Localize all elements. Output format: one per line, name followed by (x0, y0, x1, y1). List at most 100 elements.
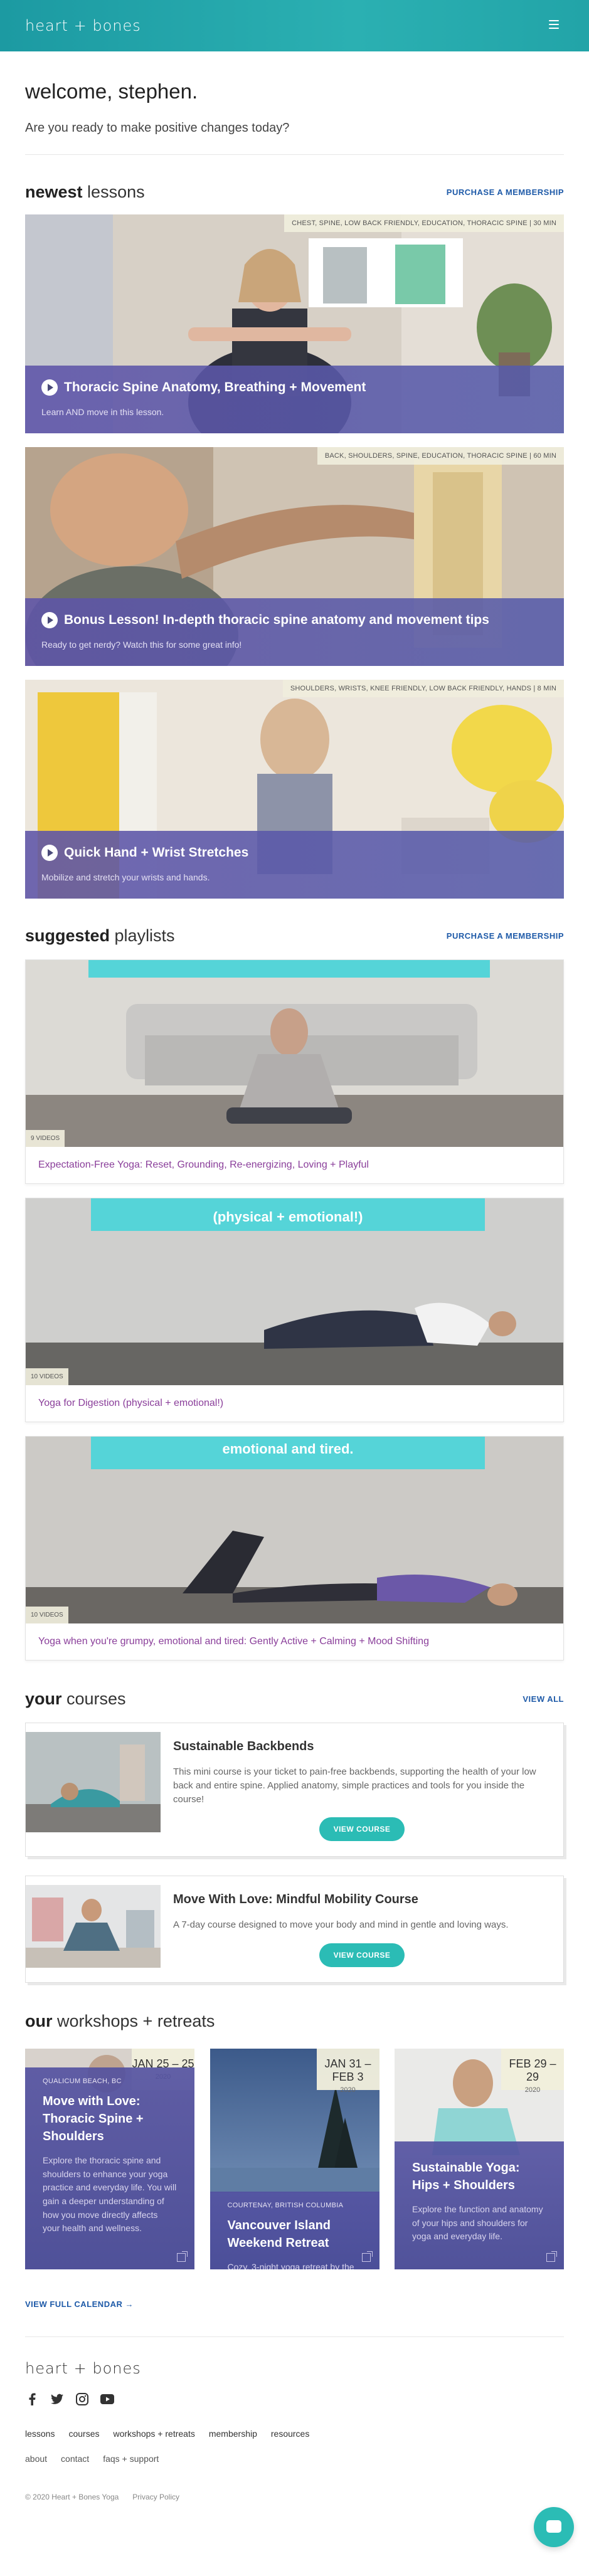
workshops-header: our workshops + retreats (25, 2012, 564, 2031)
view-all-courses-link[interactable]: VIEW ALL (523, 1694, 564, 1704)
workshop-date-badge: JAN 31 – FEB 3 2020 (316, 2049, 379, 2094)
site-logo[interactable]: heart + bones (25, 17, 141, 34)
workshops-heading: our workshops + retreats (25, 2012, 215, 2030)
courses-header: your courses VIEW ALL (25, 1689, 564, 1709)
playlist-banner: emotional and tired. (91, 1437, 485, 1469)
lesson-desc: Learn AND move in this lesson. (41, 407, 164, 417)
welcome-title: welcome, stephen. (25, 80, 198, 103)
workshop-location: COURTENAY, BRITISH COLUMBIA (227, 2202, 344, 2209)
external-link-icon[interactable] (177, 2251, 188, 2262)
footer-nav: lessons courses workshops + retreats mem… (25, 2429, 564, 2439)
top-nav: heart + bones (0, 0, 589, 51)
workshop-title[interactable]: Sustainable Yoga: Hips + Shoulders (412, 2159, 546, 2194)
workshop-title[interactable]: Move with Love: Thoracic Spine + Shoulde… (43, 2093, 177, 2145)
view-course-button[interactable]: VIEW COURSE (319, 1943, 405, 1967)
lesson-title: Bonus Lesson! In-depth thoracic spine an… (41, 612, 548, 628)
view-full-calendar-link[interactable]: VIEW FULL CALENDAR → (25, 2299, 564, 2309)
workshop-desc: Explore the function and anatomy of your… (412, 2204, 543, 2242)
course-title[interactable]: Sustainable Backbends (173, 1739, 551, 1754)
playlist-card[interactable]: emotional and tired. 10 VIDEOS Yoga when… (25, 1436, 564, 1660)
lesson-desc: Ready to get nerdy? Watch this for some … (41, 640, 242, 650)
lesson-card[interactable]: CHEST, SPINE, LOW BACK FRIENDLY, EDUCATI… (25, 214, 564, 433)
purchase-membership-link[interactable]: PURCHASE A MEMBERSHIP (447, 187, 564, 197)
lessons-heading: newest lessons (25, 182, 145, 201)
course-title[interactable]: Move With Love: Mindful Mobility Course (173, 1892, 551, 1907)
play-icon[interactable] (41, 845, 58, 861)
workshop-year: 2020 (524, 2086, 541, 2094)
course-thumbnail (26, 1885, 161, 1968)
external-link-icon[interactable] (546, 2251, 557, 2262)
welcome-block: welcome, stephen. Are you ready to make … (25, 80, 564, 135)
instagram-icon[interactable] (75, 2392, 89, 2406)
courses-heading: your courses (25, 1689, 126, 1708)
course-desc: A 7-day course designed to move your bod… (173, 1919, 509, 1931)
workshop-date: FEB 29 – 29 (509, 2057, 556, 2083)
playlist-thumbnail: emotional and tired. 10 VIDEOS (26, 1437, 563, 1623)
lesson-card[interactable]: SHOULDERS, WRISTS, KNEE FRIENDLY, LOW BA… (25, 680, 564, 899)
twitter-icon[interactable] (50, 2392, 64, 2406)
privacy-policy-link[interactable]: Privacy Policy (132, 2493, 179, 2501)
lesson-overlay: Thoracic Spine Anatomy, Breathing + Move… (25, 366, 564, 433)
youtube-icon[interactable] (100, 2392, 114, 2406)
workshops-list: JAN 25 – 25 2020 QUALICUM BEACH, BC Move… (25, 2049, 564, 2269)
playlist-thumbnail: 9 VIDEOS (26, 960, 563, 1147)
footer-link-membership[interactable]: membership (209, 2429, 257, 2439)
workshop-card[interactable]: JAN 31 – FEB 3 2020 COURTENAY, BRITISH C… (210, 2049, 379, 2269)
footer-logo[interactable]: heart + bones (25, 2360, 564, 2377)
footer-link-about[interactable]: about (25, 2454, 47, 2464)
footer-link-lessons[interactable]: lessons (25, 2429, 55, 2439)
workshop-date: JAN 31 – FEB 3 (324, 2057, 371, 2083)
purchase-membership-link[interactable]: PURCHASE A MEMBERSHIP (447, 931, 564, 941)
hamburger-menu-icon[interactable] (549, 20, 559, 29)
external-link-icon[interactable] (361, 2251, 373, 2262)
chat-widget-icon[interactable] (534, 2507, 574, 2547)
facebook-icon[interactable] (25, 2392, 39, 2406)
lesson-overlay: Quick Hand + Wrist Stretches Mobilize an… (25, 831, 564, 899)
workshop-location: QUALICUM BEACH, BC (43, 2077, 122, 2085)
lesson-tags: BACK, SHOULDERS, SPINE, EDUCATION, THORA… (317, 447, 564, 465)
playlist-count: 10 VIDEOS (26, 1368, 68, 1385)
footer-link-resources[interactable]: resources (271, 2429, 309, 2439)
playlist-title[interactable]: Yoga when you're grumpy, emotional and t… (26, 1623, 563, 1660)
workshop-desc: Explore the thoracic spine and shoulders… (43, 2155, 177, 2234)
workshop-date-badge: FEB 29 – 29 2020 (501, 2049, 564, 2094)
playlists-heading: suggested playlists (25, 926, 175, 945)
course-body: Move With Love: Mindful Mobility Course … (161, 1876, 563, 1982)
workshop-body: QUALICUM BEACH, BC Move with Love: Thora… (25, 2067, 194, 2269)
course-card[interactable]: Sustainable Backbends This mini course i… (25, 1723, 564, 1857)
social-links (25, 2392, 564, 2406)
play-icon[interactable] (41, 612, 58, 628)
workshop-year: 2020 (340, 2086, 356, 2094)
lesson-card[interactable]: BACK, SHOULDERS, SPINE, EDUCATION, THORA… (25, 447, 564, 666)
footer-link-courses[interactable]: courses (68, 2429, 99, 2439)
workshop-desc: Cozy, 3-night yoga retreat by the ocean! (227, 2262, 354, 2269)
playlist-title[interactable]: Yoga for Digestion (physical + emotional… (26, 1385, 563, 1422)
lesson-tags: CHEST, SPINE, LOW BACK FRIENDLY, EDUCATI… (284, 214, 564, 232)
playlist-title[interactable]: Expectation-Free Yoga: Reset, Grounding,… (26, 1147, 563, 1183)
course-thumbnail (26, 1732, 161, 1832)
view-course-button[interactable]: VIEW COURSE (319, 1817, 405, 1842)
playlist-card[interactable]: 9 VIDEOS Expectation-Free Yoga: Reset, G… (25, 959, 564, 1184)
workshop-title[interactable]: Vancouver Island Weekend Retreat (228, 2217, 362, 2252)
workshop-card[interactable]: JAN 25 – 25 2020 QUALICUM BEACH, BC Move… (25, 2049, 194, 2269)
playlist-card[interactable]: (physical + emotional!) 10 VIDEOS Yoga f… (25, 1198, 564, 1422)
footer-link-faqs[interactable]: faqs + support (103, 2454, 159, 2464)
playlists-header: suggested playlists PURCHASE A MEMBERSHI… (25, 926, 564, 946)
playlist-count: 10 VIDEOS (26, 1607, 68, 1623)
playlist-banner (91, 960, 485, 978)
playlist-count: 9 VIDEOS (26, 1130, 65, 1147)
course-desc: This mini course is your ticket to pain-… (173, 1766, 536, 1805)
playlist-banner: (physical + emotional!) (91, 1198, 485, 1231)
play-icon[interactable] (41, 379, 58, 396)
workshop-card[interactable]: FEB 29 – 29 2020 Sustainable Yoga: Hips … (395, 2049, 564, 2269)
course-body: Sustainable Backbends This mini course i… (161, 1723, 563, 1856)
footer: heart + bones lessons courses workshops … (25, 2336, 564, 2501)
welcome-subtitle: Are you ready to make positive changes t… (25, 121, 290, 135)
footer-link-contact[interactable]: contact (61, 2454, 89, 2464)
footer-link-workshops[interactable]: workshops + retreats (114, 2429, 195, 2439)
lessons-list: CHEST, SPINE, LOW BACK FRIENDLY, EDUCATI… (25, 214, 564, 899)
course-card[interactable]: Move With Love: Mindful Mobility Course … (25, 1876, 564, 1983)
workshop-body: COURTENAY, BRITISH COLUMBIA Vancouver Is… (210, 2192, 379, 2269)
lesson-title: Thoracic Spine Anatomy, Breathing + Move… (41, 379, 548, 396)
lesson-overlay: Bonus Lesson! In-depth thoracic spine an… (25, 598, 564, 666)
